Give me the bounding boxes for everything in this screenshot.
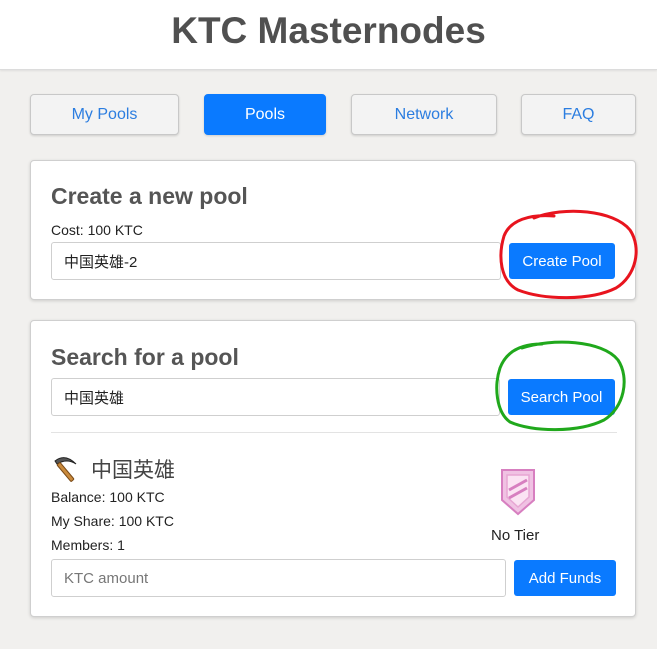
search-pool-card: Search for a pool Search Pool 中国英雄 Balan… <box>30 320 636 617</box>
search-input[interactable] <box>51 378 500 416</box>
pool-name-input[interactable] <box>51 242 501 280</box>
tier-label: No Tier <box>491 527 540 544</box>
create-pool-cost: Cost: 100 KTC <box>51 222 143 238</box>
pool-members: Members: 1 <box>51 537 125 553</box>
search-pool-title: Search for a pool <box>51 344 239 370</box>
ktc-amount-input[interactable] <box>51 559 506 597</box>
pool-name: 中国英雄 <box>91 458 175 482</box>
tab-my-pools[interactable]: My Pools <box>30 94 179 135</box>
tab-network[interactable]: Network <box>351 94 497 135</box>
header: KTC Masternodes <box>0 0 657 70</box>
page-title: KTC Masternodes <box>171 10 486 51</box>
divider <box>51 432 617 433</box>
pool-balance: Balance: 100 KTC <box>51 489 165 505</box>
pickaxe-icon <box>54 457 77 482</box>
shield-badge-icon <box>501 469 535 516</box>
pool-my-share: My Share: 100 KTC <box>51 513 174 529</box>
tab-faq[interactable]: FAQ <box>521 94 636 135</box>
tab-pools[interactable]: Pools <box>204 94 326 135</box>
create-pool-card: Create a new pool Cost: 100 KTC Create P… <box>30 160 636 300</box>
search-pool-button[interactable]: Search Pool <box>508 379 615 415</box>
add-funds-button[interactable]: Add Funds <box>514 560 616 596</box>
create-pool-title: Create a new pool <box>51 183 248 209</box>
create-pool-button[interactable]: Create Pool <box>509 243 615 279</box>
